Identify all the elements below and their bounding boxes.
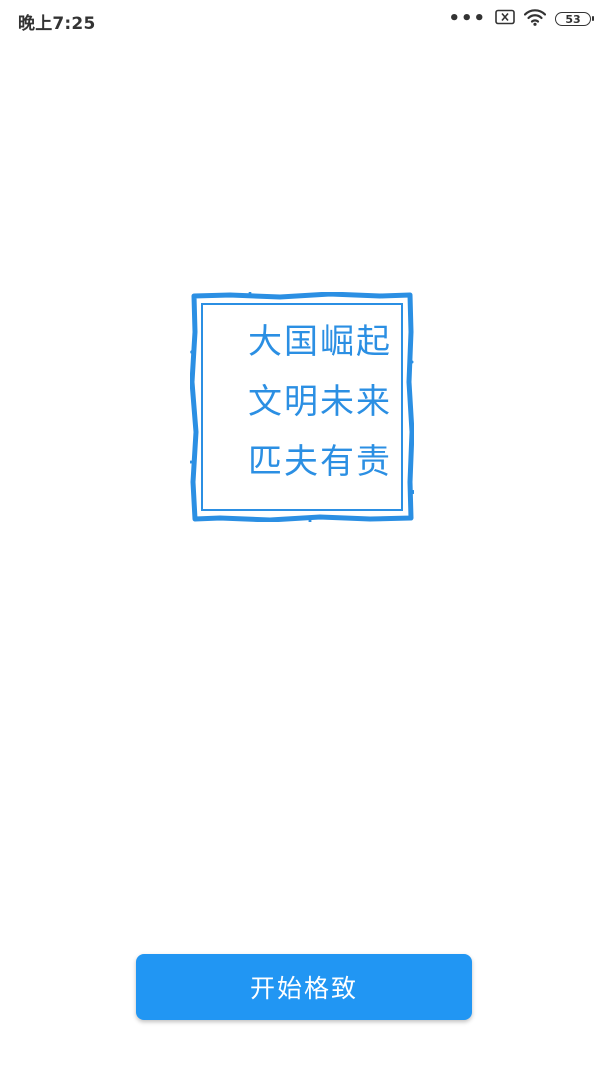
status-icons: ••• 53 — [448, 8, 594, 30]
start-button[interactable]: 开始格致 — [136, 954, 472, 1020]
more-dots-icon: ••• — [448, 8, 486, 29]
status-bar: 晚上7:25 ••• 53 — [0, 0, 607, 40]
stamp-line-3: 匹夫有责 — [248, 442, 392, 482]
wifi-icon — [523, 8, 547, 30]
stamp-text: 大国崛起 文明未来 匹夫有责 — [212, 312, 392, 492]
sim-error-icon — [495, 9, 515, 29]
stamp-line-2: 文明未来 — [248, 382, 392, 422]
battery-icon: 53 — [555, 12, 594, 26]
stamp-seal: 大国崛起 文明未来 匹夫有责 — [190, 292, 414, 522]
stamp-line-1: 大国崛起 — [248, 322, 392, 362]
battery-level: 53 — [565, 12, 581, 26]
start-button-label: 开始格致 — [249, 974, 358, 1003]
status-time: 晚上7:25 — [18, 14, 96, 34]
